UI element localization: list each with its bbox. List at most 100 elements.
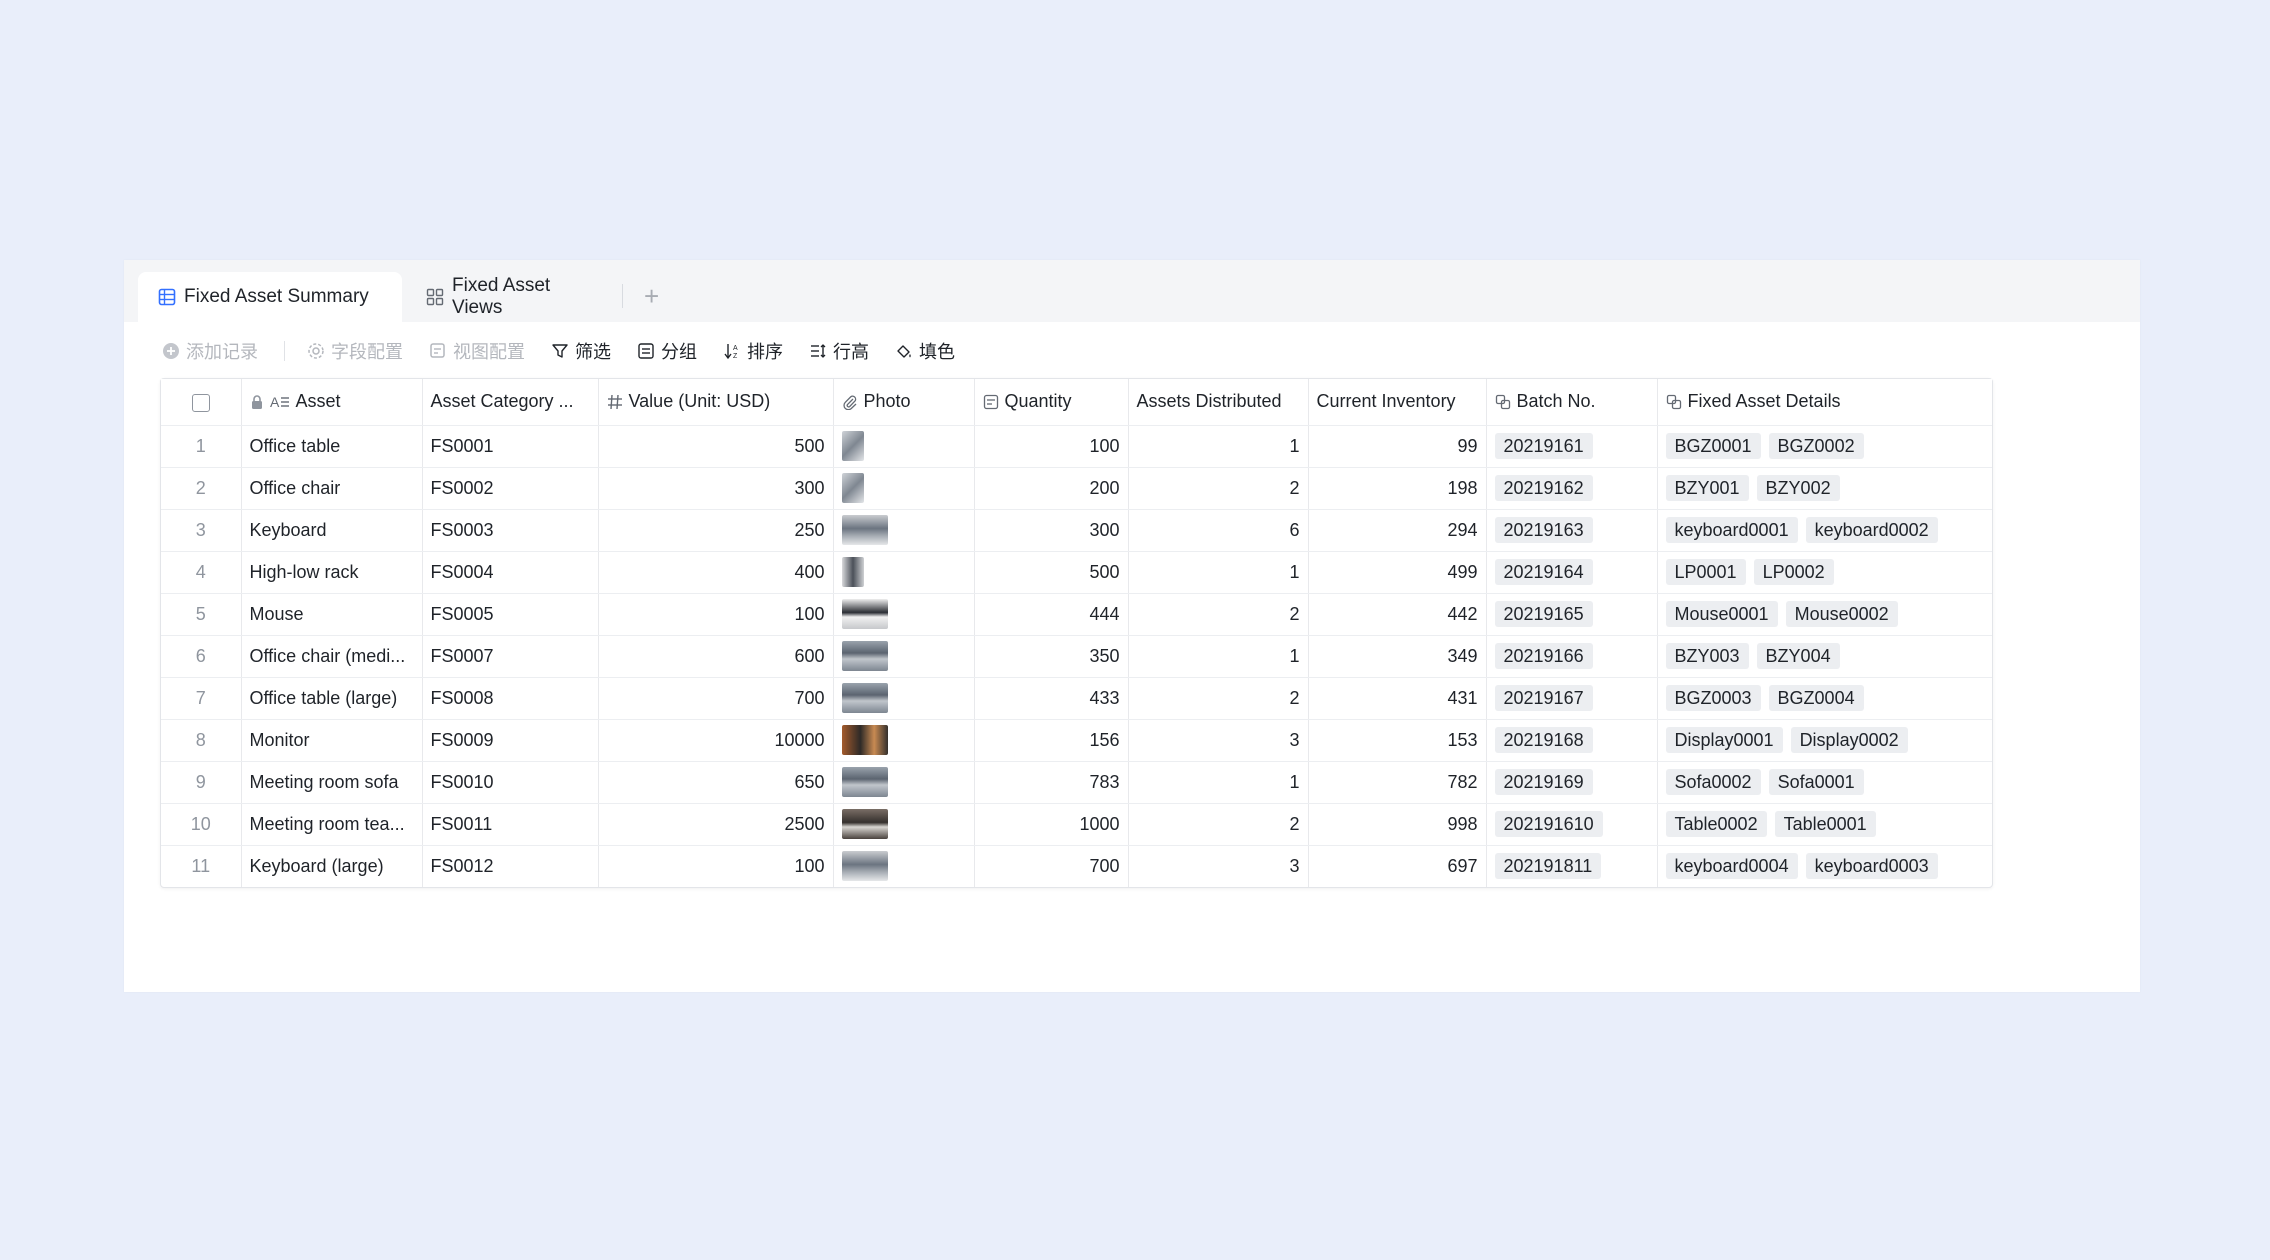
office-room-photo[interactable] [841, 767, 888, 797]
record-link-tag[interactable]: BGZ0004 [1768, 685, 1864, 711]
batch-tag[interactable]: 20219161 [1494, 433, 1593, 459]
cell-details[interactable]: BZY003 BZY004 [1657, 635, 1992, 678]
cell-batch[interactable]: 20219161 [1486, 425, 1658, 468]
cell-category[interactable]: FS0011 [422, 803, 599, 846]
cell-photo[interactable] [833, 845, 975, 887]
table-row[interactable]: 2 Office chair FS0002 300 200 2 198 20219162 BZY… [161, 467, 1992, 510]
group-button[interactable]: 分组 [637, 338, 697, 364]
batch-tag[interactable]: 20219167 [1494, 685, 1593, 711]
cell-batch[interactable]: 20219167 [1486, 677, 1658, 720]
table-row[interactable]: 4 High-low rack FS0004 400 500 1 499 20219164 LP… [161, 551, 1992, 594]
batch-tag[interactable]: 20219164 [1494, 559, 1593, 585]
cell-distributed[interactable]: 1 [1128, 635, 1309, 678]
cell-distributed[interactable]: 1 [1128, 551, 1309, 594]
cell-distributed[interactable]: 2 [1128, 803, 1309, 846]
cell-quantity[interactable]: 350 [974, 635, 1129, 678]
cell-quantity[interactable]: 156 [974, 719, 1129, 762]
select-all-cell[interactable] [161, 379, 242, 426]
cell-category[interactable]: FS0008 [422, 677, 599, 720]
record-link-tag[interactable]: LP0002 [1753, 559, 1834, 585]
cell-inventory[interactable]: 153 [1308, 719, 1487, 762]
record-link-tag[interactable]: Table0002 [1665, 811, 1767, 837]
table-row[interactable]: 11 Keyboard (large) FS0012 100 700 3 697 202191… [161, 845, 1992, 887]
select-all-checkbox[interactable] [191, 393, 210, 412]
batch-tag[interactable]: 20219166 [1494, 643, 1593, 669]
column-header-category[interactable]: Asset Category ... [422, 379, 599, 426]
record-link-tag[interactable]: keyboard0001 [1665, 517, 1798, 543]
cell-distributed[interactable]: 2 [1128, 677, 1309, 720]
cell-details[interactable]: LP0001 LP0002 [1657, 551, 1992, 594]
cell-distributed[interactable]: 3 [1128, 719, 1309, 762]
record-link-tag[interactable]: Table0001 [1774, 811, 1876, 837]
cell-value[interactable]: 600 [598, 635, 834, 678]
cell-value[interactable]: 500 [598, 425, 834, 468]
cell-batch[interactable]: 20219165 [1486, 593, 1658, 636]
record-link-tag[interactable]: BGZ0001 [1665, 433, 1761, 459]
cell-value[interactable]: 400 [598, 551, 834, 594]
batch-tag[interactable]: 20219163 [1494, 517, 1593, 543]
cell-asset[interactable]: Meeting room sofa [241, 761, 423, 804]
batch-tag[interactable]: 20219169 [1494, 769, 1593, 795]
cell-inventory[interactable]: 998 [1308, 803, 1487, 846]
keyboard-photo[interactable] [841, 515, 888, 545]
cell-asset[interactable]: Office chair (medi... [241, 635, 423, 678]
cell-quantity[interactable]: 1000 [974, 803, 1129, 846]
record-link-tag[interactable]: BZY003 [1665, 643, 1749, 669]
cell-category[interactable]: FS0003 [422, 509, 599, 552]
cell-category[interactable]: FS0004 [422, 551, 599, 594]
column-header-asset[interactable]: A Asset [241, 379, 423, 426]
cell-value[interactable]: 10000 [598, 719, 834, 762]
cell-value[interactable]: 650 [598, 761, 834, 804]
cell-quantity[interactable]: 783 [974, 761, 1129, 804]
record-link-tag[interactable]: Mouse0002 [1785, 601, 1898, 627]
record-link-tag[interactable]: keyboard0003 [1805, 853, 1938, 880]
fill-color-button[interactable]: 填色 [895, 338, 955, 364]
table-row[interactable]: 10 Meeting room tea... FS0011 2500 1000 2 998 2… [161, 803, 1992, 846]
cell-value[interactable]: 100 [598, 845, 834, 887]
meeting-table-photo[interactable] [841, 809, 888, 839]
cell-quantity[interactable]: 300 [974, 509, 1129, 552]
row-height-button[interactable]: 行高 [809, 338, 869, 364]
cell-batch[interactable]: 20219164 [1486, 551, 1658, 594]
rack-photo[interactable] [841, 557, 864, 587]
record-link-tag[interactable]: BGZ0002 [1768, 433, 1864, 459]
cell-photo[interactable] [833, 467, 975, 510]
table-row[interactable]: 7 Office table (large) FS0008 700 433 2 431 202… [161, 677, 1992, 720]
cell-quantity[interactable]: 200 [974, 467, 1129, 510]
record-link-tag[interactable]: Sofa0001 [1768, 769, 1864, 795]
cell-quantity[interactable]: 433 [974, 677, 1129, 720]
column-header-quantity[interactable]: Quantity [974, 379, 1129, 426]
office-room-photo[interactable] [841, 683, 888, 713]
office-table-photo[interactable] [841, 431, 864, 461]
office-room-photo[interactable] [841, 641, 888, 671]
cell-photo[interactable] [833, 761, 975, 804]
cell-details[interactable]: keyboard0004 keyboard0003 [1657, 845, 1992, 887]
cell-batch[interactable]: 20219169 [1486, 761, 1658, 804]
cell-batch[interactable]: 20219168 [1486, 719, 1658, 762]
cell-value[interactable]: 2500 [598, 803, 834, 846]
cell-photo[interactable] [833, 677, 975, 720]
cell-category[interactable]: FS0007 [422, 635, 599, 678]
cell-photo[interactable] [833, 551, 975, 594]
cell-inventory[interactable]: 697 [1308, 845, 1487, 887]
record-link-tag[interactable]: BZY002 [1756, 475, 1840, 501]
cell-category[interactable]: FS0005 [422, 593, 599, 636]
cell-inventory[interactable]: 782 [1308, 761, 1487, 804]
cell-details[interactable]: Table0002 Table0001 [1657, 803, 1992, 846]
batch-tag[interactable]: 20219168 [1494, 727, 1593, 753]
cell-category[interactable]: FS0009 [422, 719, 599, 762]
add-record-button[interactable]: 添加记录 [162, 338, 258, 364]
batch-tag[interactable]: 20219162 [1494, 475, 1593, 501]
cell-asset[interactable]: Keyboard [241, 509, 423, 552]
cell-asset[interactable]: High-low rack [241, 551, 423, 594]
column-header-batch[interactable]: Batch No. [1486, 379, 1658, 426]
cell-quantity[interactable]: 700 [974, 845, 1129, 887]
cell-details[interactable]: Mouse0001 Mouse0002 [1657, 593, 1992, 636]
cell-distributed[interactable]: 1 [1128, 425, 1309, 468]
monitor-photo[interactable] [841, 725, 888, 755]
cell-batch[interactable]: 20219166 [1486, 635, 1658, 678]
cell-value[interactable]: 300 [598, 467, 834, 510]
cell-photo[interactable] [833, 803, 975, 846]
cell-photo[interactable] [833, 635, 975, 678]
batch-tag[interactable]: 202191610 [1494, 811, 1603, 837]
